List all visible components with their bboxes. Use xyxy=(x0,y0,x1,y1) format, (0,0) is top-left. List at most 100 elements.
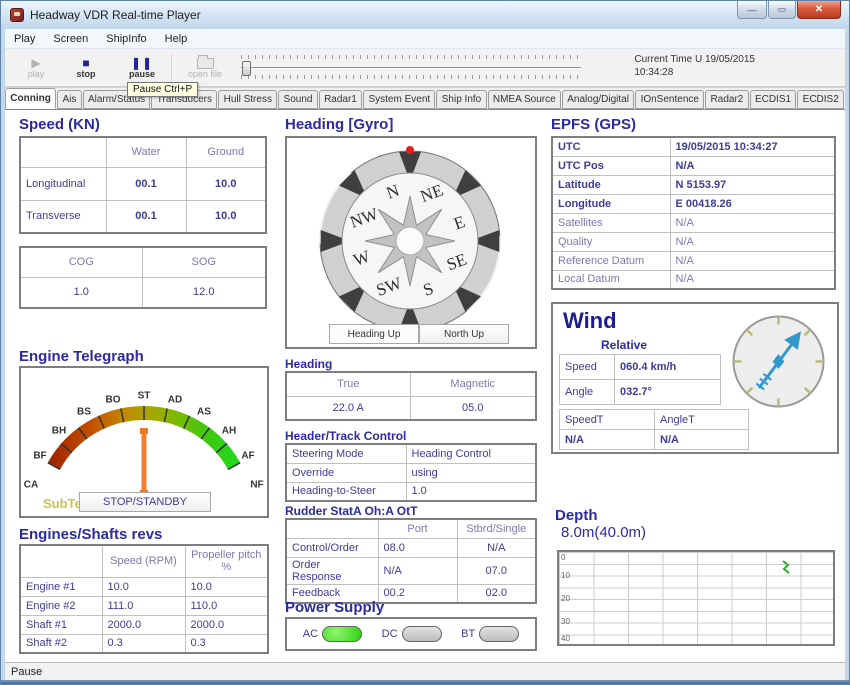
slider-track[interactable] xyxy=(241,67,581,69)
play-icon: ▶ xyxy=(31,57,40,69)
tab-analog-digital[interactable]: Analog/Digital xyxy=(562,90,634,109)
table-row: Engine #2 111.0 110.0 xyxy=(20,596,268,615)
power-supply-title: Power Supply xyxy=(285,599,384,616)
tab-ais[interactable]: Ais xyxy=(57,90,82,109)
table-row: 1.0 12.0 xyxy=(20,277,266,308)
ac-indicator-on xyxy=(322,626,362,642)
north-up-button[interactable]: North Up xyxy=(419,324,509,344)
table-row: Longitude E 00418.26 xyxy=(552,194,835,213)
tab-ionsentence[interactable]: IOnSentence xyxy=(635,90,704,109)
tab-sound[interactable]: Sound xyxy=(278,90,318,109)
gyro-compass-panel: N NE E SE S SW W NW Heading Up North Up xyxy=(285,136,537,349)
engine-telegraph-title: Engine Telegraph xyxy=(19,348,144,365)
table-row: Reference Datum N/A xyxy=(552,251,835,270)
tab-ship-info[interactable]: Ship Info xyxy=(436,90,486,109)
sog-label: SOG xyxy=(142,247,266,277)
current-time-clock: 10:34:28 xyxy=(634,66,755,79)
cog-label: COG xyxy=(20,247,142,277)
dc-indicator-off xyxy=(402,626,442,642)
tab-radar1[interactable]: Radar1 xyxy=(319,90,362,109)
epfs-title: EPFS (GPS) xyxy=(551,116,636,133)
current-time: Current Time U 19/05/2015 10:34:28 xyxy=(634,53,755,79)
playback-slider[interactable] xyxy=(233,53,585,83)
heading-table: True Magnetic 22.0 A 05.0 xyxy=(285,371,537,421)
play-button[interactable]: ▶ play xyxy=(11,52,61,84)
depth-tick-30: 30 xyxy=(561,617,570,626)
slider-thumb[interactable] xyxy=(242,61,251,76)
stop-standby-button[interactable]: STOP/STANDBY xyxy=(79,492,211,512)
tab-hull-stress[interactable]: Hull Stress xyxy=(218,90,277,109)
compass-ne: NE xyxy=(418,181,446,208)
tab-nmea-source[interactable]: NMEA Source xyxy=(488,90,561,109)
stop-button[interactable]: ■ stop xyxy=(61,52,111,84)
cog-value: 1.0 xyxy=(20,277,142,308)
speed-col-water: Water xyxy=(106,137,186,167)
close-button[interactable]: ✕ xyxy=(797,1,841,19)
table-row: Local Datum N/A xyxy=(552,270,835,289)
wind-mode: Relative xyxy=(601,338,647,352)
title-bar: Headway VDR Real-time Player — ▭ ✕ xyxy=(1,1,849,29)
table-row: Transverse 00.1 10.0 xyxy=(20,200,266,233)
maximize-button[interactable]: ▭ xyxy=(768,1,796,19)
table-row: Shaft #2 0.3 0.3 xyxy=(20,634,268,653)
table-row: Control/Order 08.0 N/A xyxy=(286,538,536,557)
track-control-title: Header/Track Control xyxy=(285,429,406,443)
window-title: Headway VDR Real-time Player xyxy=(30,8,201,22)
epfs-table: UTC 19/05/2015 10:34:27 UTC Pos N/A Lati… xyxy=(551,136,836,290)
rudder-table: Port Stbrd/Single Control/Order 08.0 N/A… xyxy=(285,518,537,604)
menu-play[interactable]: Play xyxy=(5,29,44,48)
table-row: UTC 19/05/2015 10:34:27 xyxy=(552,137,835,156)
depth-chart: 0 10 20 30 40 xyxy=(557,550,835,646)
telegraph-scale-ad: AD xyxy=(168,395,182,406)
heading-col-magnetic: Magnetic xyxy=(410,372,536,396)
tab-system-event[interactable]: System Event xyxy=(363,90,435,109)
app-window: Headway VDR Real-time Player — ▭ ✕ Play … xyxy=(0,0,850,685)
wind-title: Wind xyxy=(563,308,617,334)
depth-tick-10: 10 xyxy=(561,571,570,580)
minimize-button[interactable]: — xyxy=(737,1,767,19)
menu-screen[interactable]: Screen xyxy=(44,29,97,48)
pause-button[interactable]: ❚❚ pause xyxy=(117,52,167,84)
heading-section-title: Heading xyxy=(285,357,332,371)
open-file-button[interactable]: open file xyxy=(177,52,233,84)
heading-up-button[interactable]: Heading Up xyxy=(329,324,419,344)
pause-tooltip: Pause Ctrl+P xyxy=(127,82,198,97)
compass-e: E xyxy=(451,212,468,234)
telegraph-scale-bs: BS xyxy=(77,407,91,418)
menu-shipinfo[interactable]: ShipInfo xyxy=(97,29,155,48)
depth-tick-0: 0 xyxy=(561,553,565,562)
power-supply-panel: AC DC BT xyxy=(285,617,537,651)
slider-ticks-top xyxy=(241,55,581,59)
sog-value: 12.0 xyxy=(142,277,266,308)
table-row: 22.0 A 05.0 xyxy=(286,396,536,420)
telegraph-scale-ca: CA xyxy=(24,480,38,491)
status-bar: Pause xyxy=(5,662,845,680)
table-row: Longitudinal 00.1 10.0 xyxy=(20,167,266,200)
tab-radar2[interactable]: Radar2 xyxy=(705,90,748,109)
table-row: Angle 032.7° xyxy=(560,380,721,405)
current-time-date: Current Time U 19/05/2015 xyxy=(634,53,755,66)
power-dc: DC xyxy=(382,626,442,642)
engines-col-pitch: Propeller pitch % xyxy=(185,545,268,577)
toolbar-separator xyxy=(171,54,172,82)
depth-marker-icon xyxy=(781,560,791,574)
table-row: N/A N/A xyxy=(560,430,749,450)
table-row: Shaft #1 2000.0 2000.0 xyxy=(20,615,268,634)
speed-col-ground: Ground xyxy=(186,137,266,167)
pause-icon: ❚❚ xyxy=(131,57,153,69)
compass-sw: SW xyxy=(374,273,405,301)
speed-table: Water Ground Longitudinal 00.1 10.0 Tran… xyxy=(19,136,267,234)
telegraph-scale-bf: BF xyxy=(33,451,46,462)
tab-conning[interactable]: Conning xyxy=(5,88,56,109)
wind-angle-label: Angle xyxy=(560,380,615,405)
heading-col-true: True xyxy=(286,372,410,396)
wind-speedt-value: N/A xyxy=(560,430,655,450)
bt-indicator-off xyxy=(479,626,519,642)
telegraph-scale-ah: AH xyxy=(222,426,236,437)
speed-title: Speed (KN) xyxy=(19,116,100,133)
table-row: Steering Mode Heading Control xyxy=(286,444,536,463)
tab-ecdis1[interactable]: ECDIS1 xyxy=(750,90,797,109)
menu-help[interactable]: Help xyxy=(156,29,197,48)
tab-ecdis2[interactable]: ECDIS2 xyxy=(797,90,844,109)
rudder-section-title: Rudder StatA Oh:A OtT xyxy=(285,504,417,518)
